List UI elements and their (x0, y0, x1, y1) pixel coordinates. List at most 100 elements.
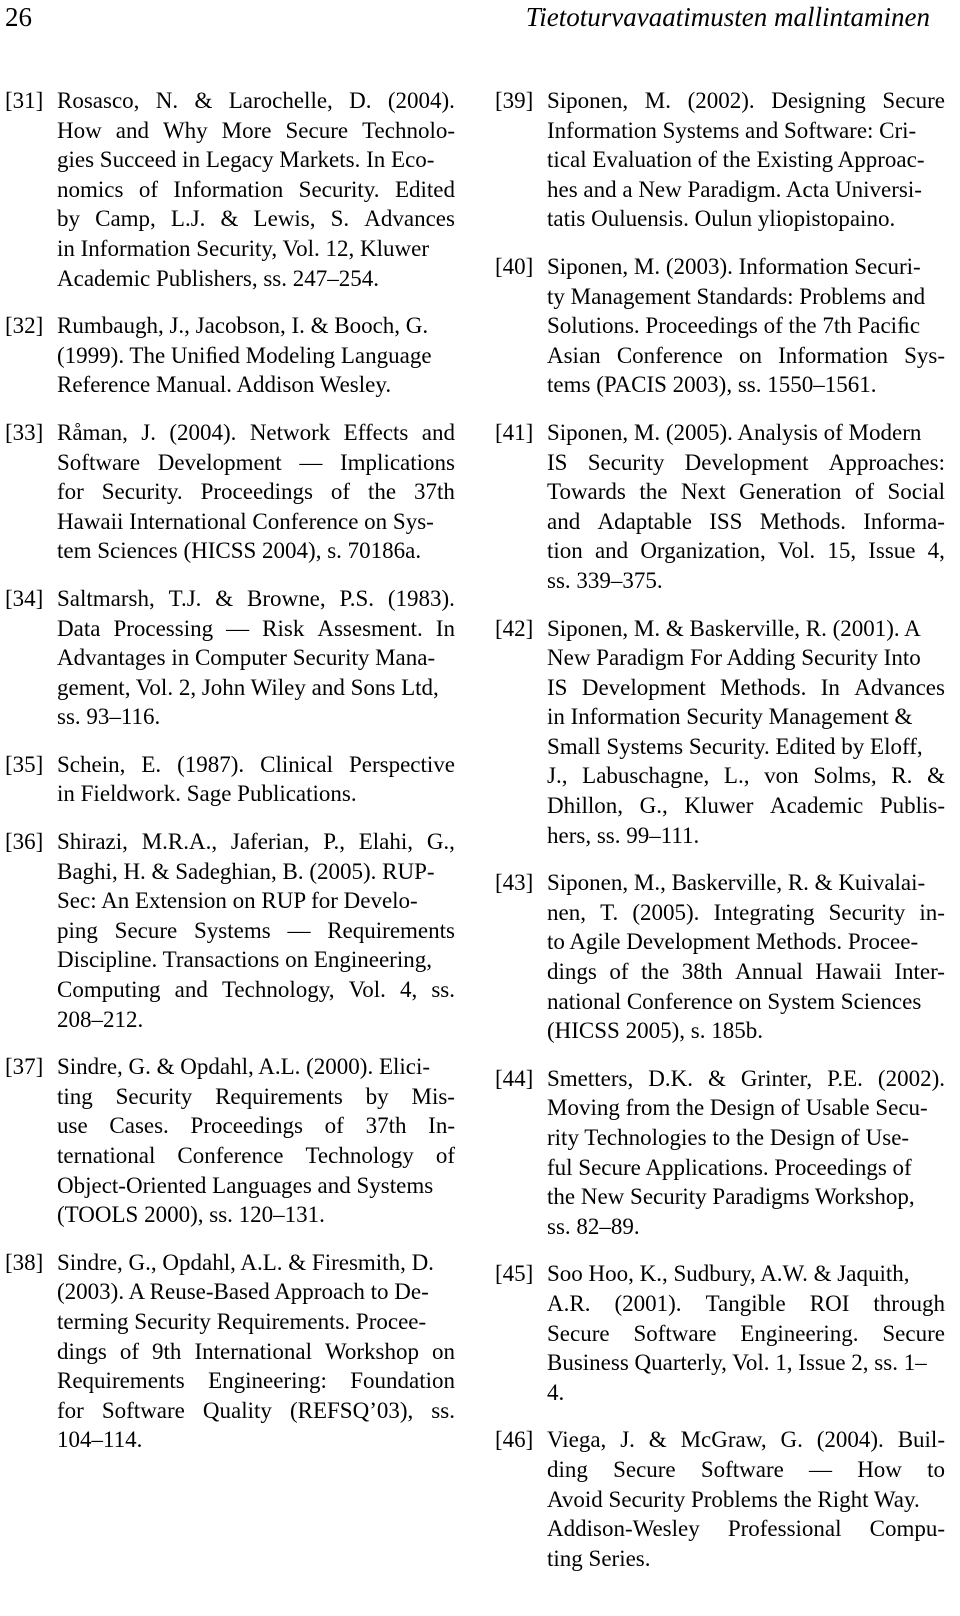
reference-line: Siponen, M. (2005). Analysis of Modern (547, 419, 922, 445)
reference-line: ty Management Standards: Problems and (547, 283, 926, 309)
reference-line: terming Security Requirements. Procee- (57, 1308, 427, 1334)
reference-line: Hawaii International Conference on Sys- (57, 508, 434, 534)
reference-line: dings of 9th International Workshop on (57, 1338, 455, 1364)
reference-line: Business Quarterly, Vol. 1, Issue 2, ss.… (547, 1350, 927, 1376)
reference-label: [45] (495, 1261, 534, 1287)
reference-line: ss. 82–89. (547, 1213, 640, 1239)
reference-entry: [46] Viega, J. & McGraw, G. (2004). Buil-ding Se… (495, 1425, 945, 1573)
reference-text: Shirazi, M.R.A., Jaferian, P., Elahi, G., Bagh… (57, 827, 455, 1034)
reference-line: dings of the 38th Annual Hawaii Inter- (547, 959, 945, 985)
reference-line: use Cases. Proceedings of 37th In- (57, 1113, 455, 1139)
reference-line: Reference Manual. Addison Wesley. (57, 372, 392, 398)
reference-text: Sindre, G., Opdahl, A.L. & Firesmith, D.… (57, 1248, 455, 1455)
reference-line: A.R. (2001). Tangible ROI through (547, 1290, 945, 1316)
reference-line: Siponen, M. (2003). Information Securi- (547, 253, 921, 279)
reference-line: Computing and Technology, Vol. 4, ss. (57, 977, 455, 1003)
reference-text: Saltmarsh, T.J. & Browne, P.S. (1983). Data Pro… (57, 584, 455, 732)
reference-text: Viega, J. & McGraw, G. (2004). Buil-ding Secure… (547, 1425, 945, 1573)
reference-line: 4. (547, 1379, 565, 1405)
reference-label: [33] (5, 419, 44, 445)
reference-line: for Software Quality (REFSQ’03), ss. (57, 1397, 455, 1423)
reference-line: 208–212. (57, 1006, 144, 1032)
reference-text: Rosasco, N. & Larochelle, D. (2004). How and Why… (57, 86, 455, 293)
reference-label: [38] (5, 1249, 44, 1275)
reference-line: (HICSS 2005), s. 185b. (547, 1018, 763, 1044)
reference-label: [34] (5, 585, 44, 611)
reference-line: gies Succeed in Legacy Markets. In Eco- (57, 147, 435, 173)
reference-line: Data Processing — Risk Assesment. In (57, 615, 455, 641)
reference-line: rity Technologies to the Design of Use- (547, 1125, 910, 1150)
reference-entry: [35] Schein, E. (1987). Clinical Perspective i… (5, 750, 455, 809)
reference-text: Siponen, M. (2003). Information Securi-t… (547, 252, 945, 400)
reference-line: Viega, J. & McGraw, G. (2004). Buil- (547, 1427, 945, 1453)
reference-line: Small Systems Security. Edited by Eloff, (547, 733, 923, 759)
reference-line: Siponen, M. & Baskerville, R. (2001). A (547, 615, 921, 641)
reference-line: How and Why More Secure Technolo- (57, 117, 455, 143)
running-head: 26 Tietoturvavaatimusten mallintaminen (0, 0, 960, 46)
reference-line: tems (PACIS 2003), ss. 1550–1561. (547, 372, 877, 398)
reference-text: Siponen, M., Baskerville, R. & Kuivalai-… (547, 868, 945, 1046)
reference-text: Smetters, D.K. & Grinter, P.E. (2002). Moving … (547, 1064, 945, 1242)
reference-line: (2003). A Reuse-Based Approach to De- (57, 1279, 429, 1305)
reference-line: tical Evaluation of the Existing Approac… (547, 147, 925, 173)
reference-entry: [42] Siponen, M. & Baskerville, R. (2001)… (495, 614, 945, 851)
reference-line: Requirements Engineering: Foundation (57, 1368, 455, 1394)
reference-entry: [39] Siponen, M. (2002). Designing Secure Info… (495, 86, 945, 234)
reference-text: Sindre, G. & Opdahl, A.L. (2000). Elici-… (57, 1052, 455, 1230)
reference-line: Sec: An Extension on RUP for Develo- (57, 888, 418, 914)
reference-line: nen, T. (2005). Integrating Security in- (547, 899, 945, 925)
reference-entry: [34] Saltmarsh, T.J. & Browne, P.S. (1983). Dat… (5, 584, 455, 732)
reference-line: tem Sciences (HICSS 2004), s. 70186a. (57, 538, 422, 564)
reference-line: Object-Oriented Languages and Systems (57, 1172, 434, 1198)
bibliography-column-left: [31] Rosasco, N. & Larochelle, D. (2004). How an… (5, 86, 455, 1573)
reference-line: Moving from the Design of Usable Secu- (547, 1095, 928, 1121)
reference-line: Information Systems and Software: Cri- (547, 117, 917, 143)
reference-label: [32] (5, 313, 44, 339)
reference-label: [44] (495, 1065, 534, 1091)
reference-line: Sindre, G., Opdahl, A.L. & Firesmith, D. (57, 1249, 434, 1275)
reference-line: tatis Ouluensis. Oulun yliopistopaino. (547, 206, 896, 232)
reference-line: ping Secure Systems — Requirements (57, 917, 455, 943)
reference-line: to Agile Development Methods. Procee- (547, 929, 919, 955)
reference-entry: [37] Sindre, G. & Opdahl, A.L. (2000). El… (5, 1052, 455, 1230)
reference-text: Siponen, M. (2005). Analysis of Modern IS… (547, 418, 945, 596)
reference-line: Academic Publishers, ss. 247–254. (57, 265, 379, 291)
reference-line: IS Development Methods. In Advances (547, 674, 945, 700)
reference-line: for Security. Proceedings of the 37th (57, 479, 455, 505)
reference-label: [42] (495, 615, 534, 641)
reference-line: the New Security Paradigms Workshop, (547, 1184, 915, 1210)
reference-text: Rumbaugh, J., Jacobson, I. & Booch, G. (1… (57, 311, 455, 400)
reference-line: Discipline. Transactions on Engineering, (57, 947, 432, 973)
reference-label: [37] (5, 1054, 44, 1080)
running-title: Tietoturvavaatimusten mallintaminen (525, 2, 930, 32)
reference-entry: [36] Shirazi, M.R.A., Jaferian, P., Elahi, G.,… (5, 827, 455, 1034)
reference-line: ss. 339–375. (547, 567, 663, 593)
reference-line: and Adaptable ISS Methods. Informa- (547, 508, 945, 534)
reference-line: IS Security Development Approaches: (547, 449, 945, 475)
reference-label: [46] (495, 1427, 534, 1453)
reference-entry: [31] Rosasco, N. & Larochelle, D. (2004). How an… (5, 86, 455, 293)
reference-line: Schein, E. (1987). Clinical Perspective (57, 751, 455, 777)
reference-line: 104–114. (57, 1427, 143, 1453)
reference-line: (TOOLS 2000), ss. 120–131. (57, 1202, 325, 1228)
reference-label: [43] (495, 870, 534, 896)
reference-line: Software Development — Implications (57, 449, 455, 475)
reference-text: Schein, E. (1987). Clinical Perspective in Fi… (57, 750, 455, 809)
reference-line: hers, ss. 99–111. (547, 822, 700, 848)
reference-line: Smetters, D.K. & Grinter, P.E. (2002). (547, 1065, 945, 1091)
reference-line: in Information Security, Vol. 12, Kluwer (57, 235, 429, 261)
reference-line: in Fieldwork. Sage Publications. (57, 781, 357, 807)
reference-line: J., Labuschagne, L., von Solms, R. & (547, 763, 945, 789)
reference-line: ding Secure Software — How to (547, 1456, 945, 1482)
reference-label: [39] (495, 88, 534, 113)
bibliography-columns: [31] Rosasco, N. & Larochelle, D. (2004). How an… (0, 86, 960, 1573)
page-number: 26 (5, 2, 32, 32)
reference-line: tion and Organization, Vol. 15, Issue 4, (547, 538, 945, 564)
reference-line: ting Series. (547, 1545, 651, 1571)
reference-text: Siponen, M. & Baskerville, R. (2001). A N… (547, 614, 945, 851)
reference-entry: [33] Råman, J. (2004). Network Effects and Soft… (5, 418, 455, 566)
reference-line: Baghi, H. & Sadeghian, B. (2005). RUP- (57, 858, 435, 884)
reference-line: Solutions. Proceedings of the 7th Paciﬁc (547, 313, 921, 339)
reference-line: Rumbaugh, J., Jacobson, I. & Booch, G. (57, 313, 429, 339)
reference-label: [31] (5, 88, 44, 113)
